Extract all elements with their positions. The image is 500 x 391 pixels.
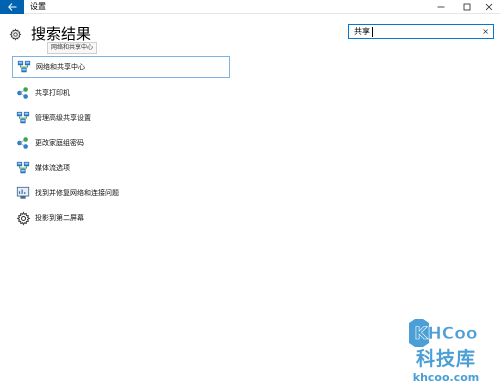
homegroup-icon [15,85,31,101]
result-label: 找到并修复网络和连接问题 [35,189,119,197]
search-input[interactable]: 共享 × [348,24,494,39]
result-label: 媒体流选项 [35,164,70,172]
result-media-streaming-options[interactable]: 媒体流选项 [12,157,230,179]
title-bar: 设置 [0,0,500,14]
settings-gear-icon [9,28,22,41]
watermark-url: khcoo.com [412,371,480,384]
result-project-second-screen[interactable]: 投影到第二屏幕 [12,207,230,229]
result-troubleshoot-network[interactable]: 找到并修复网络和连接问题 [12,182,230,204]
text-caret [372,27,373,37]
close-icon [485,3,493,11]
homegroup-icon [15,135,31,151]
result-label: 网络和共享中心 [36,63,85,71]
watermark: KHCoo 科技库 khcoo.com [400,318,492,388]
network-icon [15,160,31,176]
maximize-icon [463,3,471,11]
watermark-name: 科技库 [415,348,476,370]
minimize-button[interactable] [428,0,454,14]
result-label: 管理高级共享设置 [35,114,91,122]
back-button[interactable] [0,0,24,14]
logo-text: KHCoo [414,324,477,344]
result-label: 投影到第二屏幕 [35,214,84,222]
khcoo-logo: KHCoo [409,319,478,347]
tooltip: 网络和共享中心 [47,42,98,54]
network-icon [15,110,31,126]
result-label: 共享打印机 [35,89,70,97]
troubleshoot-icon [15,185,31,201]
result-advanced-sharing-settings[interactable]: 管理高级共享设置 [12,107,230,129]
back-arrow-icon [7,3,16,11]
result-change-homegroup-password[interactable]: 更改家庭组密码 [12,132,230,154]
app-title: 设置 [30,2,46,11]
gear-icon [15,210,31,226]
search-input-value[interactable]: 共享 [354,26,370,38]
close-button[interactable] [476,0,500,14]
minimize-icon [437,6,445,8]
result-share-printer[interactable]: 共享打印机 [12,82,230,104]
network-icon [16,59,32,75]
clear-search-button[interactable]: × [482,26,489,38]
result-network-sharing-center[interactable]: 网络和共享中心 [12,56,230,78]
result-label: 更改家庭组密码 [35,139,84,147]
